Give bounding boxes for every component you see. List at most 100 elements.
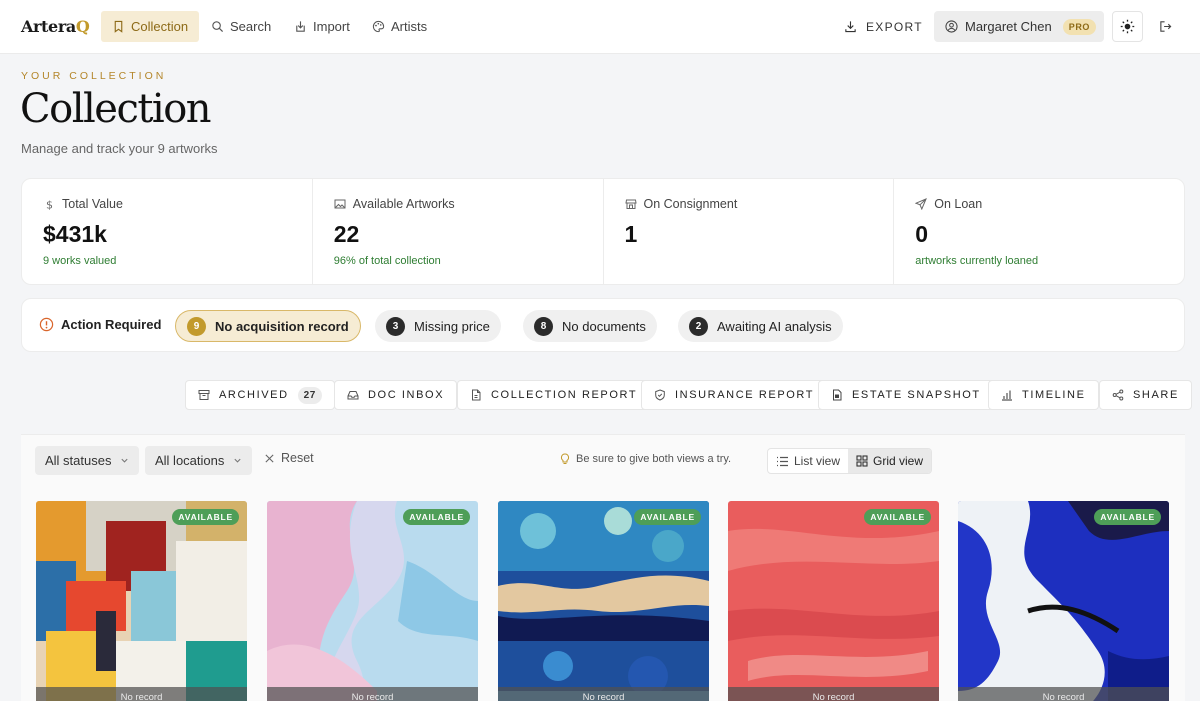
pill-label: No documents xyxy=(562,318,646,334)
archive-icon xyxy=(198,390,210,400)
app-logo[interactable]: ArteraQ xyxy=(21,17,90,36)
logout-button[interactable] xyxy=(1150,11,1181,42)
artwork-card[interactable]: AVAILABLE No record xyxy=(36,501,247,701)
stat-label: On Consignment xyxy=(643,197,738,211)
stat-note: artworks currently loaned xyxy=(915,255,1039,267)
location-filter-select[interactable]: All locations xyxy=(145,446,253,475)
export-button[interactable]: EXPORT xyxy=(844,11,923,42)
stat-value: 1 xyxy=(624,221,638,247)
document-icon xyxy=(833,389,842,401)
image-icon xyxy=(334,199,346,209)
action-required-panel: Action Required 9 No acquisition record … xyxy=(21,298,1185,352)
artwork-grid-panel: All statuses All locations Reset Be sure… xyxy=(21,434,1185,701)
share-icon xyxy=(1112,389,1124,401)
nav-item-import[interactable]: Import xyxy=(283,11,361,42)
pill-count: 8 xyxy=(534,316,553,336)
artwork-card[interactable]: AVAILABLE No record xyxy=(267,501,478,701)
list-view-button[interactable]: List view xyxy=(768,449,848,473)
filter-pill-missing-price[interactable]: 3 Missing price xyxy=(375,310,501,342)
send-icon xyxy=(915,198,928,210)
artwork-card[interactable]: AVAILABLE No record xyxy=(958,501,1169,701)
filter-pill-no-acquisition-record[interactable]: 9 No acquisition record xyxy=(175,310,361,342)
artwork-image xyxy=(728,501,939,701)
bookmark-icon xyxy=(114,20,123,33)
stat-total-value: $ Total Value $431k 9 works valued xyxy=(22,179,313,284)
acquisition-record-label: No record xyxy=(267,687,478,701)
timeline-button[interactable]: TIMELINE xyxy=(988,380,1099,410)
stats-panel: $ Total Value $431k 9 works valued Avail… xyxy=(21,178,1185,285)
status-filter-select[interactable]: All statuses xyxy=(35,446,140,475)
status-badge: AVAILABLE xyxy=(403,509,470,525)
user-avatar-icon xyxy=(945,20,958,33)
list-icon xyxy=(777,456,788,466)
nav-item-label: Collection xyxy=(131,19,189,34)
share-button[interactable]: SHARE xyxy=(1099,380,1192,410)
pill-count: 2 xyxy=(689,316,708,336)
acquisition-record-label: No record xyxy=(958,687,1169,701)
palette-icon xyxy=(372,20,385,33)
status-badge: AVAILABLE xyxy=(1094,509,1161,525)
action-required-heading: Action Required xyxy=(39,317,161,332)
insurance-report-button[interactable]: INSURANCE REPORT xyxy=(641,380,828,410)
acquisition-record-label: No record xyxy=(728,687,939,701)
status-badge: AVAILABLE xyxy=(864,509,931,525)
status-badge: AVAILABLE xyxy=(172,509,239,525)
user-name: Margaret Chen xyxy=(965,19,1052,34)
page-title: Collection xyxy=(20,86,212,132)
stat-label: Available Artworks xyxy=(352,197,455,211)
search-icon xyxy=(212,21,224,33)
artwork-card[interactable]: AVAILABLE No record xyxy=(728,501,939,701)
svg-text:$: $ xyxy=(46,199,53,211)
artwork-image xyxy=(958,501,1169,701)
stat-label: Total Value xyxy=(62,197,123,211)
inbox-icon xyxy=(347,391,359,400)
view-toggle: List view Grid view xyxy=(767,448,933,474)
nav-item-label: Search xyxy=(230,19,272,34)
artwork-image xyxy=(498,501,709,701)
nav-item-search[interactable]: Search xyxy=(200,11,282,42)
download-icon xyxy=(845,21,856,33)
nav-item-artists[interactable]: Artists xyxy=(361,11,438,42)
doc-inbox-button[interactable]: DOC INBOX xyxy=(334,380,458,410)
artwork-image xyxy=(267,501,478,701)
nav-item-label: Import xyxy=(313,19,350,34)
file-icon xyxy=(472,389,481,401)
theme-toggle-button[interactable] xyxy=(1112,11,1143,42)
stat-value: 0 xyxy=(915,221,929,247)
filter-pill-no-documents[interactable]: 8 No documents xyxy=(523,310,657,342)
lightbulb-icon xyxy=(560,453,570,464)
artwork-card[interactable]: AVAILABLE No record xyxy=(498,501,709,701)
shield-icon xyxy=(655,389,665,401)
user-menu-button[interactable]: Margaret Chen PRO xyxy=(934,11,1104,42)
archived-button[interactable]: ARCHIVED 27 xyxy=(185,380,335,410)
top-navigation-bar: ArteraQ Collection Search Import Artists… xyxy=(0,0,1200,54)
acquisition-record-label: No record xyxy=(36,687,247,701)
store-icon xyxy=(624,199,637,209)
plan-badge: PRO xyxy=(1062,18,1097,35)
sun-icon xyxy=(1120,19,1135,34)
reset-filters-button[interactable]: Reset xyxy=(264,451,314,465)
pill-label: Missing price xyxy=(414,318,490,334)
import-icon xyxy=(296,21,305,32)
grid-view-button[interactable]: Grid view xyxy=(848,449,932,473)
status-badge: AVAILABLE xyxy=(634,509,701,525)
acquisition-record-label: No record xyxy=(498,687,709,701)
view-tip: Be sure to give both views a try. xyxy=(559,453,731,465)
stat-label: On Loan xyxy=(934,197,983,211)
artwork-image xyxy=(36,501,247,701)
chevron-down-icon xyxy=(121,458,129,463)
estate-snapshot-button[interactable]: ESTATE SNAPSHOT xyxy=(818,380,994,410)
page-eyebrow: YOUR COLLECTION xyxy=(21,70,167,82)
filter-pill-awaiting-ai-analysis[interactable]: 2 Awaiting AI analysis xyxy=(678,310,843,342)
archived-count-badge: 27 xyxy=(297,386,322,404)
logout-icon xyxy=(1160,21,1172,32)
bar-chart-icon xyxy=(1002,390,1012,401)
stat-value: 22 xyxy=(333,221,360,247)
nav-item-collection[interactable]: Collection xyxy=(101,11,200,42)
page-subtitle: Manage and track your 9 artworks xyxy=(21,141,218,156)
dollar-icon: $ xyxy=(46,199,53,211)
collection-report-button[interactable]: COLLECTION REPORT xyxy=(457,380,651,410)
close-icon xyxy=(265,453,274,463)
stat-value: $431k xyxy=(43,221,107,247)
chevron-down-icon xyxy=(234,458,241,463)
